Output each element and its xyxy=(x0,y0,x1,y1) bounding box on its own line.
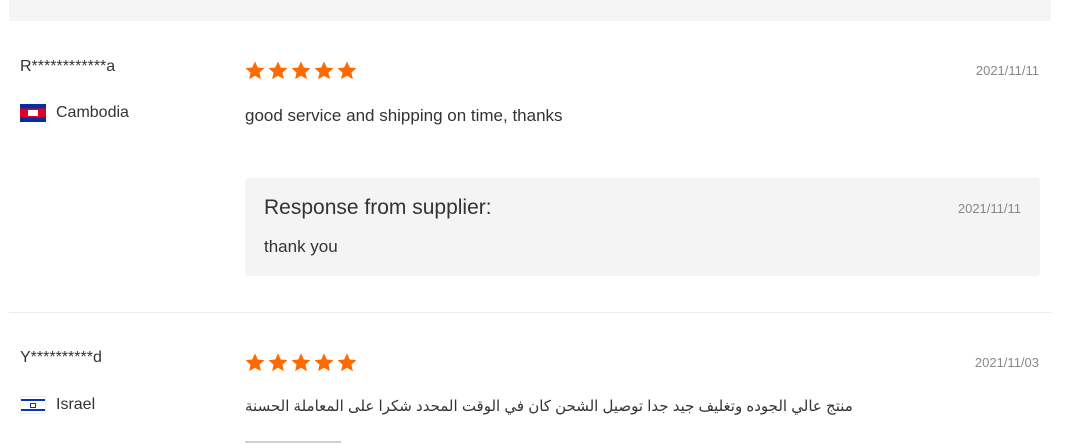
reviewer-name: Y**********d xyxy=(20,349,102,366)
star-icon xyxy=(314,353,334,372)
reviews-page: R************a Cambodia 2021/11/11 good … xyxy=(0,0,1079,444)
image-thumbnail-edge xyxy=(245,441,341,443)
review-date: 2021/11/03 xyxy=(974,355,1039,370)
reviewer-country: Israel xyxy=(20,395,95,415)
star-icon xyxy=(291,353,311,372)
star-icon xyxy=(291,61,311,80)
review-text: good service and shipping on time, thank… xyxy=(245,106,563,125)
review-item: R************a Cambodia 2021/11/11 good … xyxy=(0,21,1079,313)
review-date: 2021/11/11 xyxy=(975,63,1039,78)
reviewer-name: R************a xyxy=(20,58,116,75)
response-date: 2021/11/11 xyxy=(957,201,1021,216)
star-rating xyxy=(244,352,358,373)
previous-section-bottom xyxy=(9,0,1051,21)
star-icon xyxy=(245,353,265,372)
israel-flag-icon xyxy=(20,396,46,414)
reviewer-country: Cambodia xyxy=(20,103,129,123)
response-text: thank you xyxy=(264,237,338,256)
star-icon xyxy=(268,61,288,80)
country-name: Cambodia xyxy=(56,104,129,121)
star-icon xyxy=(337,61,357,80)
review-text: منتج عالي الجوده وتغليف جيد جدا توصيل ال… xyxy=(245,398,853,415)
country-name: Israel xyxy=(56,396,96,413)
star-rating xyxy=(244,60,358,81)
star-icon xyxy=(337,353,357,372)
cambodia-flag-icon xyxy=(20,104,46,122)
star-icon xyxy=(245,61,265,80)
response-title: Response from supplier: xyxy=(264,196,492,219)
star-icon xyxy=(268,353,288,372)
supplier-response: Response from supplier: 2021/11/11 thank… xyxy=(245,178,1040,276)
star-icon xyxy=(314,61,334,80)
review-item: Y**********d Israel 2021/11/03 منتج عالي… xyxy=(0,313,1079,444)
